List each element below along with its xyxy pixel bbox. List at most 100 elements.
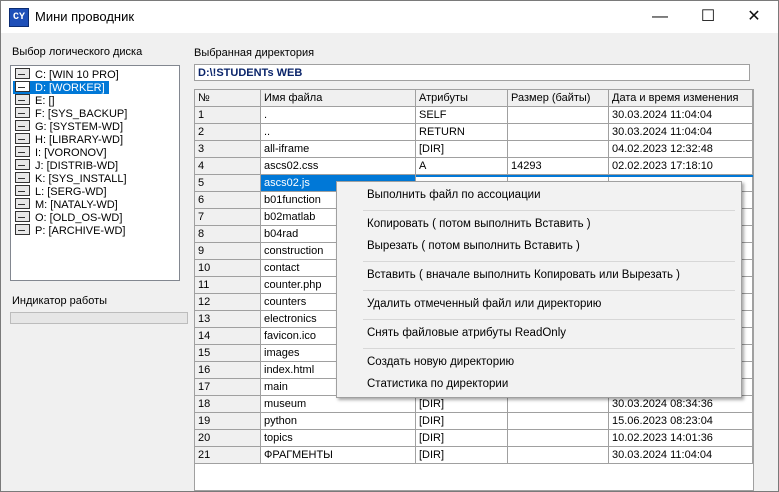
- drive-listbox[interactable]: C: [WIN 10 PRO] D: [WORKER] E: [] F: [SYS_B…: [10, 65, 180, 281]
- context-menu-item[interactable]: Удалить отмеченный файл или директорию: [367, 294, 601, 314]
- table-cell[interactable]: python: [261, 413, 416, 430]
- table-cell[interactable]: [508, 413, 609, 430]
- selection-highlight: [416, 175, 753, 177]
- drive-label: E: []: [35, 95, 55, 107]
- row-number-cell[interactable]: 15: [195, 345, 261, 362]
- directory-path: D:\!STUDENTs WEB: [194, 64, 750, 81]
- drive-icon: [15, 146, 30, 157]
- drive-item[interactable]: P: [ARCHIVE-WD]: [13, 224, 129, 237]
- column-header[interactable]: Атрибуты: [416, 90, 508, 107]
- drive-item[interactable]: C: [WIN 10 PRO]: [13, 68, 123, 81]
- context-menu-item[interactable]: Создать новую директорию: [367, 352, 514, 372]
- table-cell[interactable]: A: [416, 158, 508, 175]
- drive-item[interactable]: E: []: [13, 94, 59, 107]
- table-cell[interactable]: ..: [261, 124, 416, 141]
- table-cell[interactable]: topics: [261, 430, 416, 447]
- drive-icon: [15, 211, 30, 222]
- table-cell[interactable]: [508, 430, 609, 447]
- table-cell[interactable]: 30.03.2024 11:04:04: [609, 124, 753, 141]
- table-cell[interactable]: SELF: [416, 107, 508, 124]
- row-number-cell[interactable]: 8: [195, 226, 261, 243]
- table-cell[interactable]: 04.02.2023 12:32:48: [609, 141, 753, 158]
- row-number-cell[interactable]: 18: [195, 396, 261, 413]
- context-menu-item[interactable]: Снять файловые атрибуты ReadOnly: [367, 323, 566, 343]
- table-cell[interactable]: RETURN: [416, 124, 508, 141]
- drive-label: L: [SERG-WD]: [35, 186, 107, 198]
- drive-item[interactable]: F: [SYS_BACKUP]: [13, 107, 131, 120]
- drive-item[interactable]: L: [SERG-WD]: [13, 185, 111, 198]
- drive-item[interactable]: D: [WORKER]: [13, 81, 109, 94]
- context-menu-item[interactable]: Копировать ( потом выполнить Вставить ): [367, 214, 591, 234]
- drive-item[interactable]: O: [OLD_OS-WD]: [13, 211, 126, 224]
- context-menu-item[interactable]: Выполнить файл по ассоциации: [367, 185, 541, 205]
- drive-item[interactable]: K: [SYS_INSTALL]: [13, 172, 131, 185]
- drive-icon: [15, 94, 30, 105]
- row-number-cell[interactable]: 12: [195, 294, 261, 311]
- row-number-cell[interactable]: 21: [195, 447, 261, 464]
- context-menu: Выполнить файл по ассоциации Копировать (…: [336, 181, 742, 398]
- row-number-cell[interactable]: 13: [195, 311, 261, 328]
- row-number-cell[interactable]: 11: [195, 277, 261, 294]
- minimize-icon[interactable]: —: [637, 1, 683, 33]
- table-cell[interactable]: [DIR]: [416, 430, 508, 447]
- window-title: Мини проводник: [35, 9, 135, 24]
- menu-separator: [363, 348, 735, 349]
- maximize-icon[interactable]: ☐: [685, 1, 731, 33]
- row-number-cell[interactable]: 4: [195, 158, 261, 175]
- drive-item[interactable]: I: [VORONOV]: [13, 146, 111, 159]
- row-number-cell[interactable]: 1: [195, 107, 261, 124]
- close-icon[interactable]: ✕: [731, 1, 777, 33]
- context-menu-item[interactable]: Вставить ( вначале выполнить Копировать …: [367, 265, 680, 285]
- menu-separator: [363, 290, 735, 291]
- drive-item[interactable]: H: [LIBRARY-WD]: [13, 133, 127, 146]
- row-number-cell[interactable]: 17: [195, 379, 261, 396]
- table-cell[interactable]: ФРАГМЕНТЫ: [261, 447, 416, 464]
- title-bar[interactable]: CY Мини проводник — ☐ ✕: [1, 1, 778, 33]
- table-cell[interactable]: [DIR]: [416, 141, 508, 158]
- column-header[interactable]: Дата и время изменения: [609, 90, 753, 107]
- table-cell[interactable]: .: [261, 107, 416, 124]
- table-cell[interactable]: [508, 396, 609, 413]
- row-number-cell[interactable]: 5: [195, 175, 261, 192]
- row-number-cell[interactable]: 9: [195, 243, 261, 260]
- table-cell[interactable]: museum: [261, 396, 416, 413]
- table-cell[interactable]: [508, 447, 609, 464]
- row-number-cell[interactable]: 16: [195, 362, 261, 379]
- table-cell[interactable]: 15.06.2023 08:23:04: [609, 413, 753, 430]
- drive-icon: [15, 198, 30, 209]
- table-cell[interactable]: [508, 107, 609, 124]
- context-menu-item[interactable]: Статистика по директории: [367, 374, 508, 394]
- table-cell[interactable]: [DIR]: [416, 413, 508, 430]
- drive-icon: [15, 185, 30, 196]
- table-cell[interactable]: 30.03.2024 11:04:04: [609, 107, 753, 124]
- table-cell[interactable]: 30.03.2024 08:34:36: [609, 396, 753, 413]
- row-number-cell[interactable]: 10: [195, 260, 261, 277]
- drive-label: D: [WORKER]: [35, 82, 105, 94]
- drive-icon: [15, 133, 30, 144]
- drive-item[interactable]: M: [NATALY-WD]: [13, 198, 122, 211]
- row-number-cell[interactable]: 14: [195, 328, 261, 345]
- row-number-cell[interactable]: 19: [195, 413, 261, 430]
- table-cell[interactable]: [508, 124, 609, 141]
- drive-item[interactable]: J: [DISTRIB-WD]: [13, 159, 122, 172]
- table-cell[interactable]: all-iframe: [261, 141, 416, 158]
- table-cell[interactable]: 02.02.2023 17:18:10: [609, 158, 753, 175]
- context-menu-item[interactable]: Вырезать ( потом выполнить Вставить ): [367, 236, 580, 256]
- row-number-cell[interactable]: 7: [195, 209, 261, 226]
- row-number-cell[interactable]: 3: [195, 141, 261, 158]
- menu-separator: [363, 319, 735, 320]
- row-number-cell[interactable]: 6: [195, 192, 261, 209]
- table-cell[interactable]: 14293: [508, 158, 609, 175]
- drive-item[interactable]: G: [SYSTEM-WD]: [13, 120, 127, 133]
- column-header[interactable]: Имя файла: [261, 90, 416, 107]
- row-number-cell[interactable]: 20: [195, 430, 261, 447]
- table-cell[interactable]: ascs02.css: [261, 158, 416, 175]
- table-cell[interactable]: 10.02.2023 14:01:36: [609, 430, 753, 447]
- table-cell[interactable]: [DIR]: [416, 447, 508, 464]
- table-cell[interactable]: [508, 141, 609, 158]
- table-cell[interactable]: 30.03.2024 11:04:04: [609, 447, 753, 464]
- row-number-cell[interactable]: 2: [195, 124, 261, 141]
- column-header[interactable]: №: [195, 90, 261, 107]
- column-header[interactable]: Размер (байты): [508, 90, 609, 107]
- table-cell[interactable]: [DIR]: [416, 396, 508, 413]
